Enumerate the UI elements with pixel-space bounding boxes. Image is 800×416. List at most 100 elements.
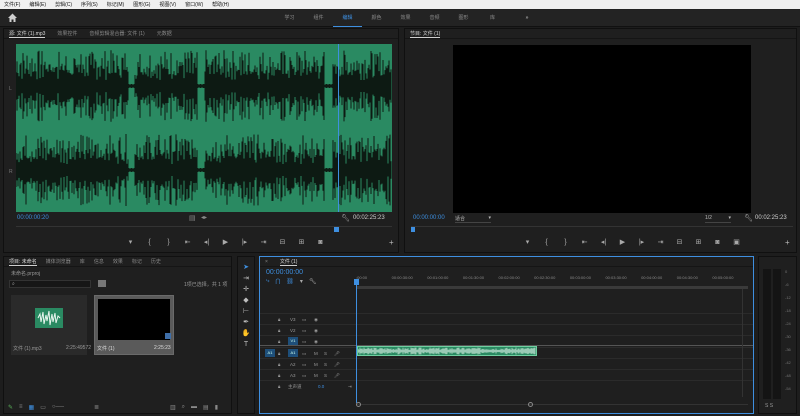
tab-source[interactable]: 源: 文件 (1).mp3 xyxy=(9,30,46,38)
program-video-frame[interactable] xyxy=(453,45,751,213)
track-select-tool-icon[interactable]: ⇥ xyxy=(241,274,251,284)
mark-out-icon[interactable]: } xyxy=(561,239,570,246)
icon-view-icon[interactable]: ▦ xyxy=(29,404,35,411)
source-waveform-toggle-icon[interactable]: ◂▸ xyxy=(201,214,207,221)
type-tool-icon[interactable]: T xyxy=(241,340,251,350)
source-scrubber-handle[interactable] xyxy=(334,227,339,232)
mute-a3-button[interactable]: M xyxy=(314,373,318,378)
sync-lock-icon[interactable]: ▭ xyxy=(302,317,306,323)
mark-out-icon[interactable]: } xyxy=(164,239,173,246)
workspace-assembly[interactable]: 组件 xyxy=(304,9,333,27)
menu-markers[interactable]: 标记(M) xyxy=(107,1,125,8)
workspace-graphics[interactable]: 图形 xyxy=(449,9,478,27)
workspace-audio[interactable]: 音频 xyxy=(420,9,449,27)
new-bin-icon[interactable] xyxy=(98,280,106,287)
export-frame-icon[interactable]: ◙ xyxy=(316,239,325,246)
menu-file[interactable]: 文件(F) xyxy=(4,1,20,8)
menu-clip[interactable]: 剪辑(C) xyxy=(55,1,72,8)
source-add-button-icon[interactable]: + xyxy=(389,238,394,247)
new-bin-icon[interactable]: ▬ xyxy=(191,404,197,411)
program-wrench-icon[interactable]: 🔧︎ xyxy=(744,214,753,222)
mute-a2-button[interactable]: M xyxy=(314,362,318,367)
source-current-time[interactable]: 00:00:00:20 xyxy=(17,215,49,221)
step-forward-icon[interactable]: |▸ xyxy=(637,238,646,246)
lock-icon[interactable]: 🔒︎ xyxy=(278,317,280,322)
trash-icon[interactable]: ▮ xyxy=(215,404,218,411)
lock-icon[interactable]: 🔒︎ xyxy=(278,339,280,344)
mark-in-icon[interactable]: { xyxy=(542,239,551,246)
menu-view[interactable]: 视图(V) xyxy=(159,1,176,8)
timeline-current-time[interactable]: 00:00:00:00 xyxy=(266,269,303,276)
add-marker-icon[interactable]: ▾ xyxy=(126,238,135,246)
solo-a1-button[interactable]: S xyxy=(324,351,327,356)
new-item-icon[interactable]: ▤ xyxy=(203,404,209,411)
workspace-effects[interactable]: 效果 xyxy=(391,9,420,27)
tab-info[interactable]: 信息 xyxy=(94,258,104,265)
mark-in-icon[interactable]: { xyxy=(145,239,154,246)
tab-media-browser[interactable]: 媒体浏览器 xyxy=(46,258,71,265)
list-view-icon[interactable]: ≡ xyxy=(19,404,23,411)
mute-a1-button[interactable]: M xyxy=(314,351,318,356)
eye-icon[interactable]: ◉ xyxy=(314,339,318,345)
overwrite-icon[interactable]: ⊞ xyxy=(297,238,306,246)
play-icon[interactable]: ▶ xyxy=(221,238,230,246)
close-icon[interactable]: × xyxy=(265,259,268,265)
zoom-slider-icon[interactable]: ○── xyxy=(52,404,64,411)
lock-icon[interactable]: 🔒︎ xyxy=(278,328,280,333)
tab-sequence[interactable]: 文件 (1) xyxy=(279,258,298,266)
lock-icon[interactable]: 🔒︎ xyxy=(278,351,280,356)
program-resolution-dropdown[interactable]: 1/2 ▾ xyxy=(705,215,731,223)
track-a1-label[interactable]: A1 xyxy=(288,349,298,357)
track-v1-label[interactable]: V1 xyxy=(288,337,298,345)
selection-tool-icon[interactable]: ➤ xyxy=(241,263,251,273)
timeline-playhead[interactable] xyxy=(356,285,357,403)
scroll-handle-left[interactable] xyxy=(356,402,361,407)
workspace-more-button[interactable]: » xyxy=(507,9,547,27)
lock-icon[interactable]: 🔒︎ xyxy=(278,373,280,378)
step-back-icon[interactable]: ◂| xyxy=(202,238,211,246)
hand-tool-icon[interactable]: ✋ xyxy=(241,329,251,339)
export-frame-icon[interactable]: ◙ xyxy=(713,239,722,246)
pen-tool-icon[interactable]: ✒ xyxy=(241,318,251,328)
home-icon[interactable] xyxy=(7,12,18,23)
menu-sequence[interactable]: 序列(S) xyxy=(81,1,98,8)
timeline-zoom-bar[interactable] xyxy=(356,286,748,289)
tab-markers[interactable]: 标记 xyxy=(132,258,142,265)
tab-history[interactable]: 历史 xyxy=(151,258,161,265)
play-icon[interactable]: ▶ xyxy=(618,238,627,246)
eye-icon[interactable]: ◉ xyxy=(314,317,318,323)
tab-audio-clip-mixer[interactable]: 音频剪辑混合器: 文件 (1) xyxy=(89,30,144,37)
timeline-horizontal-scrollbar[interactable] xyxy=(356,402,748,409)
tab-project[interactable]: 项目: 未命名 xyxy=(9,258,37,266)
tab-metadata[interactable]: 元数据 xyxy=(157,30,172,37)
linked-selection-icon[interactable]: ⛓ xyxy=(286,278,294,285)
tab-program[interactable]: 节目: 文件 (1) xyxy=(410,30,441,38)
slip-tool-icon[interactable]: ⊢ xyxy=(241,307,251,317)
find-icon[interactable]: ⌕ xyxy=(182,404,185,411)
microphone-icon[interactable]: 🎤︎ xyxy=(334,373,340,379)
step-back-icon[interactable]: ◂| xyxy=(599,238,608,246)
add-marker-icon[interactable]: ▾ xyxy=(300,278,303,285)
timeline-settings-icon[interactable]: 🔧︎ xyxy=(309,278,317,285)
automate-icon[interactable]: ▥ xyxy=(170,404,176,411)
sync-lock-icon[interactable]: ▭ xyxy=(302,373,306,379)
menu-edit[interactable]: 编辑(E) xyxy=(29,1,46,8)
nest-icon[interactable]: ⤷ xyxy=(266,278,269,285)
compare-icon[interactable]: ▣ xyxy=(732,238,741,246)
menu-graphics[interactable]: 图形(G) xyxy=(133,1,150,8)
step-forward-icon[interactable]: |▸ xyxy=(240,238,249,246)
program-current-time[interactable]: 00:00:00:00 xyxy=(413,215,445,221)
extract-icon[interactable]: ⊞ xyxy=(694,238,703,246)
workspace-color[interactable]: 颜色 xyxy=(362,9,391,27)
sync-lock-icon[interactable]: ▭ xyxy=(302,339,306,345)
source-wrench-icon[interactable]: 🔧︎ xyxy=(341,214,350,222)
razor-tool-icon[interactable]: ◆ xyxy=(241,296,251,306)
program-fit-dropdown[interactable]: 适合 ▾ xyxy=(455,215,491,223)
project-search-input[interactable]: ⌕ xyxy=(9,280,91,288)
audio-clip-a1[interactable] xyxy=(357,346,537,356)
source-scrubber[interactable] xyxy=(16,226,392,232)
timeline-ruler[interactable]: :00:00 00:00:30:00 00:01:00:00 00:01:30:00 0… xyxy=(356,271,748,286)
lock-icon[interactable]: 🔒︎ xyxy=(278,362,280,367)
solo-a3-button[interactable]: S xyxy=(324,373,327,378)
source-playhead[interactable] xyxy=(338,44,339,212)
